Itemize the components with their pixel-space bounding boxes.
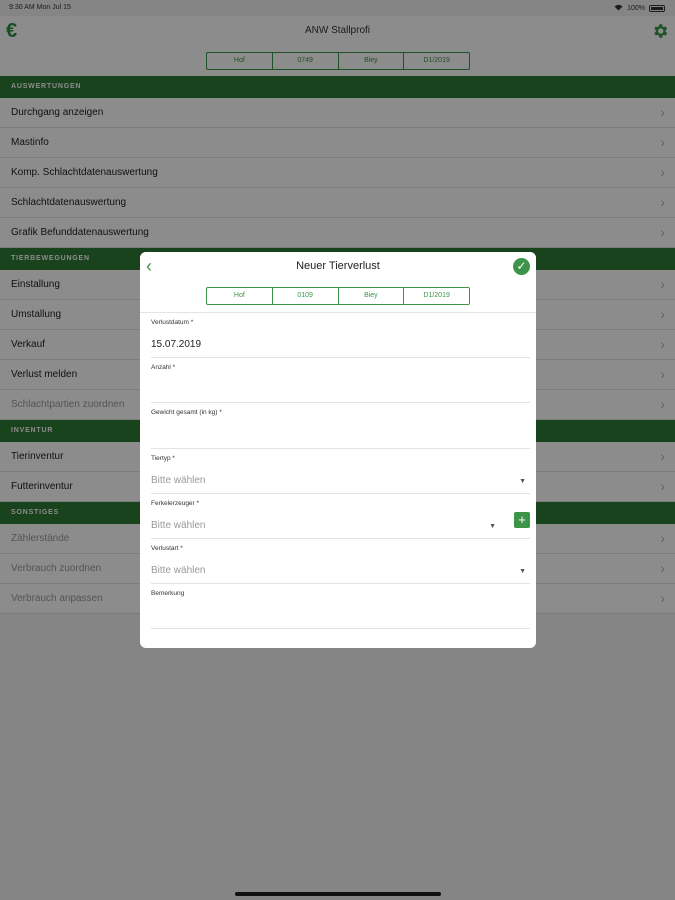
loss-type-select[interactable]: Verlustart * Bitte wählen ▼ <box>151 539 530 584</box>
loss-date-value: 15.07.2019 <box>151 339 202 350</box>
dropdown-caret-icon: ▼ <box>519 568 526 575</box>
total-weight-field[interactable]: Gewicht gesamt (in kg) * <box>151 403 530 449</box>
segment-abteil[interactable]: Biey <box>339 288 405 304</box>
segment-hof[interactable]: Hof <box>207 288 273 304</box>
loss-date-field[interactable]: Verlustdatum * 15.07.2019 <box>151 313 530 358</box>
home-indicator[interactable] <box>235 892 441 896</box>
field-label: Bemerkung <box>151 590 185 597</box>
segment-durchgang[interactable]: D1/2019 <box>404 288 469 304</box>
field-label: Ferkelerzeuger * <box>151 500 200 507</box>
field-label: Verlustart * <box>151 545 183 552</box>
segment-stall[interactable]: 0109 <box>273 288 339 304</box>
modal-title: Neuer Tierverlust <box>296 260 380 272</box>
field-label: Anzahl * <box>151 364 176 371</box>
dropdown-caret-icon: ▼ <box>519 478 526 485</box>
check-circle-icon[interactable]: ✓ <box>513 258 530 275</box>
piglet-producer-placeholder: Bitte wählen <box>151 520 206 531</box>
animal-type-select[interactable]: Tiertyp * Bitte wählen ▼ <box>151 449 530 494</box>
field-label: Tiertyp * <box>151 455 175 462</box>
plus-icon[interactable]: + <box>514 512 530 528</box>
piglet-producer-select[interactable]: Ferkelerzeuger * Bitte wählen ▼ + <box>151 494 530 539</box>
animal-type-placeholder: Bitte wählen <box>151 475 206 486</box>
count-field[interactable]: Anzahl * <box>151 358 530 403</box>
modal-header: ‹ Neuer Tierverlust ✓ Hof 0109 Biey D1/2… <box>140 252 536 313</box>
field-label: Gewicht gesamt (in kg) * <box>151 409 222 416</box>
field-label: Verlustdatum * <box>151 319 194 326</box>
dropdown-caret-icon: ▼ <box>489 523 496 530</box>
loss-type-placeholder: Bitte wählen <box>151 565 206 576</box>
new-animal-loss-modal: ‹ Neuer Tierverlust ✓ Hof 0109 Biey D1/2… <box>140 252 536 648</box>
remark-field[interactable]: Bemerkung <box>151 584 530 629</box>
modal-context-segment-bar: Hof 0109 Biey D1/2019 <box>206 287 470 305</box>
